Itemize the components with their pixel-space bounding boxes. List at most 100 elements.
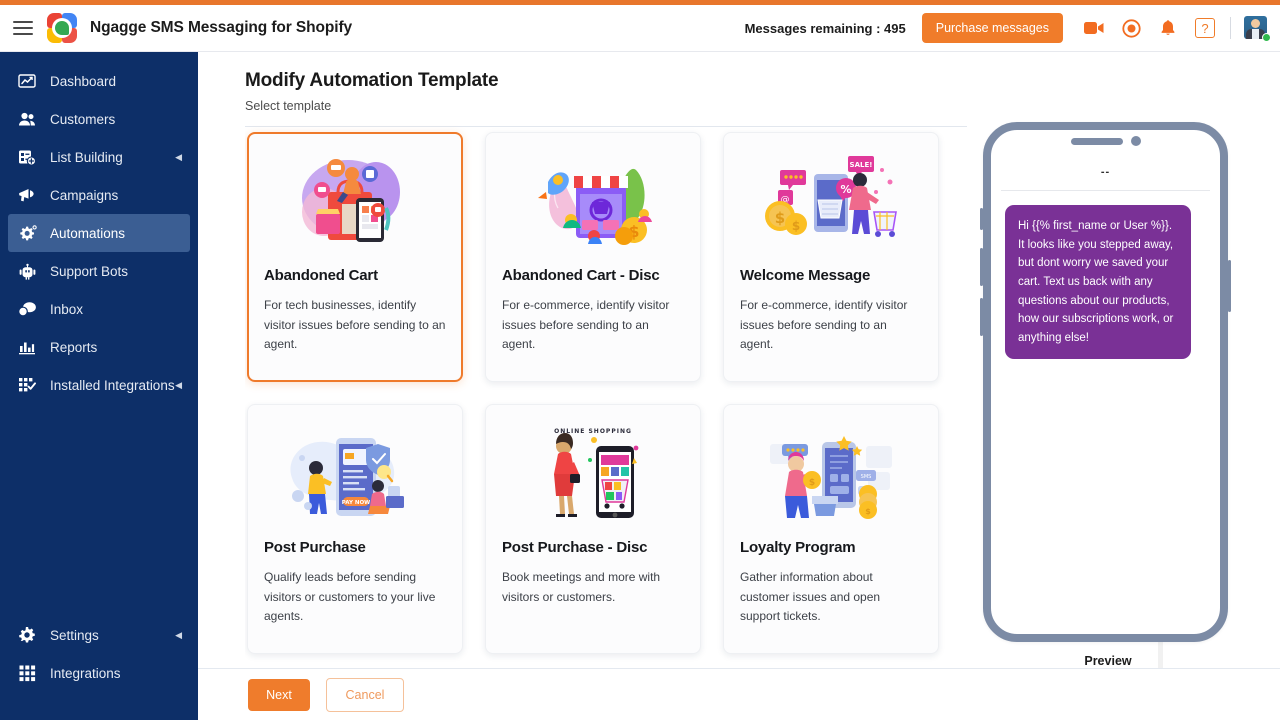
sidebar-item-label: Campaigns — [50, 188, 118, 203]
phone-header-placeholder: -- — [1005, 166, 1206, 190]
template-card-description: Book meetings and more with visitors or … — [502, 568, 684, 607]
sidebar-item-label: Support Bots — [50, 264, 128, 279]
sidebar-item-label: Reports — [50, 340, 97, 355]
template-cards-grid: Abandoned Cart For tech businesses, ident… — [245, 122, 965, 712]
ngagge-logo-icon — [47, 13, 77, 43]
payment-phone-illustration: PAY NOW — [264, 423, 446, 527]
sidebar-item-inbox[interactable]: Inbox — [8, 290, 190, 328]
header-actions: Messages remaining : 495 Purchase messag… — [745, 13, 1280, 43]
list-add-icon — [16, 148, 38, 166]
cancel-button[interactable]: Cancel — [326, 678, 404, 712]
hamburger-icon[interactable] — [13, 21, 33, 35]
purchase-messages-button[interactable]: Purchase messages — [922, 13, 1063, 43]
sidebar-item-reports[interactable]: Reports — [8, 328, 190, 366]
template-card[interactable]: $ Abandoned Cart - DiscFor e-commerce, i… — [485, 132, 701, 382]
sidebar-item-campaigns[interactable]: Campaigns — [8, 176, 190, 214]
welcome-sale-illustration: SALE! @ % $ $ — [740, 151, 922, 255]
app-title: Ngagge SMS Messaging for Shopify — [90, 19, 352, 37]
grid-check-icon — [16, 376, 38, 394]
template-card[interactable]: ONLINE SHOPPING Post Purchase - Disc Book… — [485, 404, 701, 654]
sidebar-item-label: List Building — [50, 150, 123, 165]
template-card-title: Abandoned Cart — [264, 267, 446, 285]
template-card-title: Loyalty Program — [740, 539, 922, 557]
video-camera-icon[interactable] — [1080, 15, 1108, 41]
preview-label: Preview — [983, 654, 1233, 668]
sidebar-item-label: Settings — [50, 628, 99, 643]
template-card-description: For tech businesses, identify visitor is… — [264, 296, 446, 354]
phone-notch — [1071, 136, 1141, 146]
bar-chart-icon — [16, 338, 38, 356]
storefront-illustration: $ — [502, 151, 684, 255]
chat-bubble-icon — [16, 300, 38, 318]
preview-message-bubble: Hi {{% first_name or User %}}. It looks … — [1005, 205, 1191, 359]
help-question-glyph: ? — [1195, 18, 1215, 38]
help-question-icon[interactable]: ? — [1191, 15, 1219, 41]
sidebar-item-label: Inbox — [50, 302, 83, 317]
record-icon[interactable] — [1117, 15, 1145, 41]
footer-actions: Next Cancel — [198, 668, 1280, 720]
svg-text:$: $ — [809, 478, 815, 488]
page-title: Modify Automation Template — [245, 70, 1280, 92]
sidebar-item-dashboard[interactable]: Dashboard — [8, 62, 190, 100]
sidebar-item-customers[interactable]: Customers — [8, 100, 190, 138]
preview-panel: -- Hi {{% first_name or User %}}. It loo… — [983, 122, 1233, 668]
chevron-left-icon[interactable]: ◀ — [175, 380, 182, 391]
sidebar-item-list-building[interactable]: List Building ◀ — [8, 138, 190, 176]
template-card[interactable]: SMS $ $ Loyalty Program Gather informatio… — [723, 404, 939, 654]
messages-remaining-label: Messages remaining : 495 — [745, 21, 906, 36]
template-card-title: Post Purchase — [264, 539, 446, 557]
template-cards-scroll-area[interactable]: Abandoned Cart For tech businesses, ident… — [245, 122, 965, 712]
template-card-description: For e-commerce, identify visitor issues … — [740, 296, 922, 354]
phone-screen-divider — [1001, 190, 1210, 191]
sidebar-item-label: Installed Integrations — [50, 378, 175, 393]
megaphone-icon — [16, 186, 38, 204]
sidebar-item-label: Integrations — [50, 666, 121, 681]
phone-screen: -- Hi {{% first_name or User %}}. It loo… — [991, 130, 1220, 359]
online-shopping-illustration: ONLINE SHOPPING — [502, 423, 684, 527]
template-card-description: For e-commerce, identify visitor issues … — [502, 296, 684, 354]
sidebar-spacer — [0, 404, 198, 616]
sidebar-item-label: Dashboard — [50, 74, 116, 89]
user-avatar[interactable] — [1244, 16, 1268, 40]
sidebar-item-installed-integrations[interactable]: Installed Integrations◀ — [8, 366, 190, 404]
abandoned-cart-illustration — [264, 151, 446, 255]
bell-icon[interactable] — [1154, 15, 1182, 41]
template-card-description: Qualify leads before sending visitors or… — [264, 568, 446, 626]
header-divider — [1230, 17, 1231, 39]
template-card[interactable]: Abandoned Cart For tech businesses, ident… — [247, 132, 463, 382]
svg-text:PAY NOW: PAY NOW — [342, 500, 371, 506]
chart-line-icon — [16, 72, 38, 90]
sidebar: Dashboard Customers List Building ◀ Campaign… — [0, 52, 198, 720]
main-content: Modify Automation Template Select templa… — [198, 52, 1280, 720]
template-card-description: Gather information about customer issues… — [740, 568, 922, 626]
sidebar-item-label: Automations — [50, 226, 125, 241]
template-card-title: Post Purchase - Disc — [502, 539, 684, 557]
page-subtitle: Select template — [245, 99, 1280, 113]
template-card[interactable]: PAY NOW Post Purchase Qualify leads befor… — [247, 404, 463, 654]
template-card[interactable]: SALE! @ % $ $ Welcome Message For e-comme… — [723, 132, 939, 382]
svg-text:$: $ — [792, 219, 800, 233]
gear-icon — [16, 224, 38, 242]
svg-text:SALE!: SALE! — [850, 161, 873, 169]
sidebar-item-automations[interactable]: Automations — [8, 214, 190, 252]
sidebar-item-settings[interactable]: Settings ◀ — [8, 616, 190, 654]
app-header: Ngagge SMS Messaging for Shopify Message… — [0, 5, 1280, 52]
chevron-left-icon[interactable]: ◀ — [175, 630, 182, 641]
cog-icon — [16, 626, 38, 644]
svg-text:SMS: SMS — [861, 474, 872, 480]
svg-text:$: $ — [775, 209, 785, 227]
sidebar-item-integrations[interactable]: Integrations — [8, 654, 190, 692]
loyalty-coins-illustration: SMS $ $ — [740, 423, 922, 527]
sidebar-item-label: Customers — [50, 112, 115, 127]
template-card-title: Welcome Message — [740, 267, 922, 285]
online-status-dot — [1262, 33, 1271, 42]
sidebar-item-support-bots[interactable]: Support Bots — [8, 252, 190, 290]
apps-icon — [16, 664, 38, 682]
next-button[interactable]: Next — [248, 679, 310, 711]
svg-text:$: $ — [865, 507, 871, 516]
robot-icon — [16, 262, 38, 280]
phone-mockup: -- Hi {{% first_name or User %}}. It loo… — [983, 122, 1228, 642]
svg-text:%: % — [840, 183, 851, 196]
chevron-left-icon[interactable]: ◀ — [175, 152, 182, 163]
users-icon — [16, 110, 38, 128]
